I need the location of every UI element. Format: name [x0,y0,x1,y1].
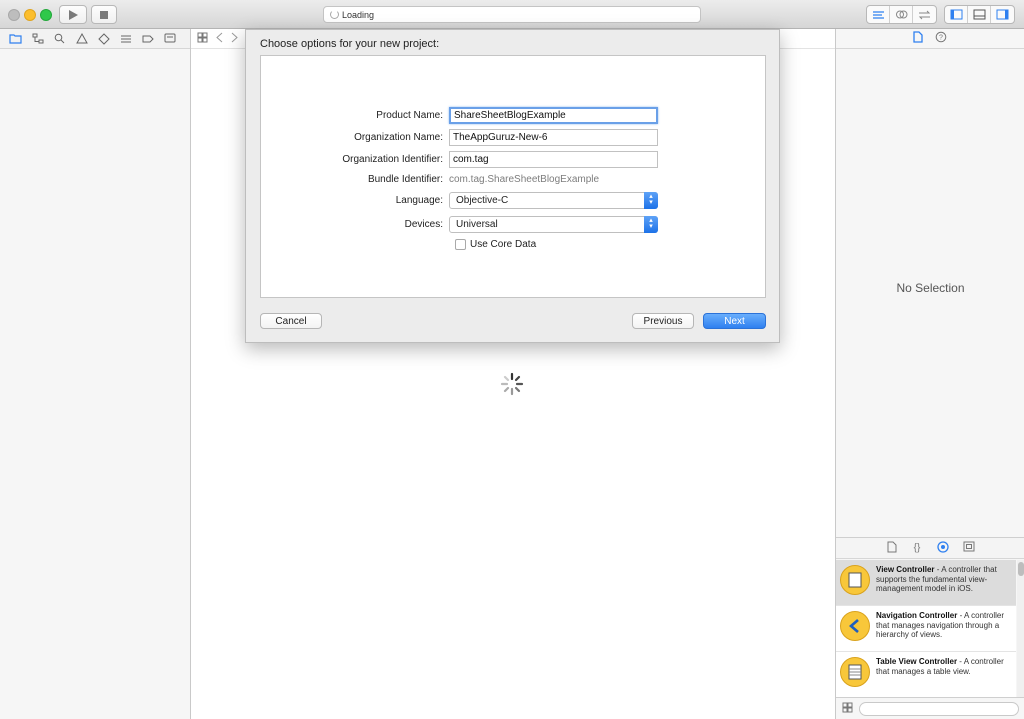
organization-name-field[interactable]: TheAppGuruz-New-6 [449,128,658,146]
run-button[interactable] [59,5,87,24]
right-panel-icon [996,9,1009,20]
debug-icon[interactable] [118,32,133,46]
view-toggle-control [944,5,1015,24]
editor-mode-control [866,5,937,24]
library-item-navigation-controller[interactable]: Navigation Controller - A controller tha… [836,606,1016,652]
view-controller-icon [840,565,870,595]
stop-button[interactable] [91,5,117,24]
library-filter-field[interactable] [859,701,1019,716]
sheet-title: Choose options for your new project: [260,38,440,50]
no-selection-label: No Selection [896,281,965,295]
activity-text: Loading [342,9,375,20]
window-toolbar: Loading [0,0,1024,29]
devices-popup[interactable]: Universal ▴ ▾ [449,215,658,233]
file-template-icon[interactable] [887,541,897,556]
media-library-icon[interactable] [963,541,975,555]
test-diamond-icon[interactable] [96,32,111,46]
language-popup[interactable]: Objective-C ▴ ▾ [449,191,658,209]
report-icon[interactable] [162,32,177,46]
organization-name-row: Organization Name: TheAppGuruz-New-6 [261,128,767,146]
version-editor-button[interactable] [913,6,936,23]
library-item-view-controller[interactable]: View Controller - A controller that supp… [836,560,1016,606]
symbol-hierarchy-icon[interactable] [30,32,45,46]
assistant-editor-button[interactable] [890,6,913,23]
svg-text:?: ? [939,35,943,42]
organization-identifier-label: Organization Identifier: [342,153,443,165]
devices-value: Universal [456,218,498,230]
left-panel-icon [950,9,962,20]
toggle-debug-area-button[interactable] [968,6,991,23]
swap-arrows-icon [918,10,931,19]
library-selector-bar: {} [836,537,1024,559]
code-snippet-icon[interactable]: {} [911,541,923,556]
loading-spinner-icon [500,372,524,396]
utilities-pane: ? No Selection {} View Controller - A co… [835,29,1024,719]
toggle-navigator-button[interactable] [945,6,968,23]
minimize-window-button[interactable] [24,9,36,21]
search-icon[interactable] [52,32,67,46]
object-library-list: View Controller - A controller that supp… [836,560,1016,697]
breakpoint-icon[interactable] [140,32,155,46]
help-icon[interactable]: ? [935,31,947,46]
organization-name-label: Organization Name: [354,131,443,143]
language-label: Language: [395,194,443,206]
devices-row: Devices: Universal ▴ ▾ [261,215,767,233]
close-window-button[interactable] [8,9,20,21]
updown-chevron-icon: ▴ ▾ [644,191,658,209]
object-library-icon[interactable] [936,540,949,556]
library-filter-bar [836,697,1024,719]
use-core-data-label[interactable]: Use Core Data [470,239,536,250]
svg-text:{}: {} [913,542,920,553]
library-item-text: Navigation Controller - A controller tha… [876,611,1005,639]
library-scroll-thumb[interactable] [1018,562,1024,576]
cancel-button[interactable]: Cancel [260,313,322,329]
product-name-row: Product Name: ShareSheetBlogExample [261,106,767,124]
options-panel: Product Name: ShareSheetBlogExample Orga… [260,55,766,298]
activity-viewer: Loading [323,6,701,23]
back-chevron-icon[interactable] [216,32,223,46]
product-name-label: Product Name: [376,109,443,121]
library-item-table-view-controller[interactable]: Table View Controller - A controller tha… [836,652,1016,697]
use-core-data-checkbox[interactable] [455,239,466,250]
navigator-pane [0,29,191,719]
play-icon [69,9,78,20]
devices-label: Devices: [404,218,443,230]
updown-chevron-icon: ▴ ▾ [644,215,658,233]
new-project-sheet: Choose options for your new project: Pro… [245,29,780,343]
bundle-identifier-value: com.tag.ShareSheetBlogExample [449,173,600,185]
previous-button[interactable]: Previous [632,313,694,329]
library-item-text: Table View Controller - A controller tha… [876,657,1004,676]
zoom-window-button[interactable] [40,9,52,21]
grid-view-icon[interactable] [842,702,853,716]
folder-icon[interactable] [8,32,23,46]
language-value: Objective-C [456,194,509,206]
library-scrollbar[interactable] [1017,560,1024,697]
product-name-field[interactable]: ShareSheetBlogExample [449,106,658,124]
navigation-controller-icon [840,611,870,641]
navigator-selector-bar [0,29,190,49]
core-data-row: Use Core Data [455,239,536,250]
grid-icon[interactable] [197,32,208,46]
bottom-panel-icon [973,9,985,20]
bundle-identifier-row: Bundle Identifier: com.tag.ShareSheetBlo… [261,170,767,188]
forward-chevron-icon[interactable] [231,32,238,46]
organization-identifier-field[interactable]: com.tag [449,150,658,168]
file-inspector-icon[interactable] [913,31,923,46]
loading-icon [330,10,339,19]
language-row: Language: Objective-C ▴ ▾ [261,191,767,209]
lines-icon [872,10,884,19]
inspector-selector-bar: ? [836,29,1024,49]
toggle-utilities-button[interactable] [991,6,1014,23]
bundle-identifier-label: Bundle Identifier: [367,173,443,185]
warning-icon[interactable] [74,32,89,46]
stop-icon [100,10,108,19]
next-button[interactable]: Next [703,313,766,329]
interlocked-circles-icon [895,10,907,19]
table-view-controller-icon [840,657,870,687]
organization-identifier-row: Organization Identifier: com.tag [261,150,767,168]
standard-editor-button[interactable] [867,6,890,23]
library-item-text: View Controller - A controller that supp… [876,565,997,593]
